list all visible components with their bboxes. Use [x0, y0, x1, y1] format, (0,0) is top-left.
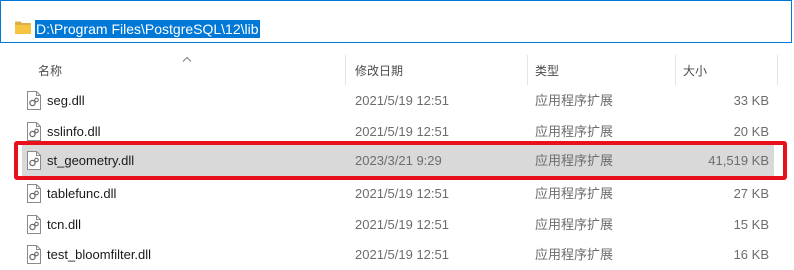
file-row[interactable]: sslinfo.dll 2021/5/19 12:51 应用程序扩展 20 KB: [22, 116, 774, 147]
column-divider[interactable]: [777, 55, 778, 85]
column-header-size[interactable]: 大小: [683, 64, 707, 78]
file-name: test_bloomfilter.dll: [47, 247, 152, 262]
dll-file-icon: [27, 215, 41, 234]
sort-ascending-icon: [182, 56, 192, 62]
column-divider[interactable]: [527, 55, 528, 85]
file-row[interactable]: test_bloomfilter.dll 2021/5/19 12:51 应用程序扩…: [22, 239, 774, 270]
file-size: 41,519 KB: [708, 153, 769, 168]
address-bar[interactable]: D:\Program Files\PostgreSQL\12\lib: [0, 0, 792, 43]
file-row[interactable]: st_geometry.dll 2023/3/21 9:29 应用程序扩展 41,51…: [22, 145, 774, 176]
file-type: 应用程序扩展: [535, 217, 614, 232]
column-divider[interactable]: [345, 55, 346, 85]
file-name: seg.dll: [47, 93, 85, 108]
file-date-modified: 2021/5/19 12:51: [355, 93, 449, 108]
file-row[interactable]: tablefunc.dll 2021/5/19 12:51 应用程序扩展 27 KB: [22, 178, 774, 209]
folder-icon: [15, 21, 31, 34]
address-path[interactable]: D:\Program Files\PostgreSQL\12\lib: [35, 20, 260, 38]
column-header-date-modified[interactable]: 修改日期: [355, 64, 403, 78]
file-row[interactable]: seg.dll 2021/5/19 12:51 应用程序扩展 33 KB: [22, 85, 774, 116]
file-size: 15 KB: [733, 217, 769, 232]
file-name: sslinfo.dll: [47, 124, 101, 139]
file-date-modified: 2021/5/19 12:51: [355, 247, 449, 262]
file-type: 应用程序扩展: [535, 153, 614, 168]
file-date-modified: 2023/3/21 9:29: [355, 153, 442, 168]
file-name: st_geometry.dll: [47, 153, 135, 168]
dll-file-icon: [27, 91, 41, 110]
column-divider[interactable]: [675, 55, 676, 85]
column-header-type[interactable]: 类型: [535, 64, 559, 78]
file-row[interactable]: tcn.dll 2021/5/19 12:51 应用程序扩展 15 KB: [22, 209, 774, 240]
file-date-modified: 2021/5/19 12:51: [355, 124, 449, 139]
file-name: tcn.dll: [47, 217, 81, 232]
file-type: 应用程序扩展: [535, 186, 614, 201]
file-size: 16 KB: [733, 247, 769, 262]
file-type: 应用程序扩展: [535, 124, 614, 139]
file-size: 27 KB: [733, 186, 769, 201]
file-date-modified: 2021/5/19 12:51: [355, 217, 449, 232]
file-type: 应用程序扩展: [535, 247, 614, 262]
file-size: 20 KB: [733, 124, 769, 139]
dll-file-icon: [27, 151, 41, 170]
file-name: tablefunc.dll: [47, 186, 117, 201]
file-type: 应用程序扩展: [535, 93, 614, 108]
column-header-name[interactable]: 名称: [38, 64, 62, 78]
file-date-modified: 2021/5/19 12:51: [355, 186, 449, 201]
dll-file-icon: [27, 245, 41, 264]
dll-file-icon: [27, 122, 41, 141]
file-size: 33 KB: [733, 93, 769, 108]
dll-file-icon: [27, 184, 41, 203]
